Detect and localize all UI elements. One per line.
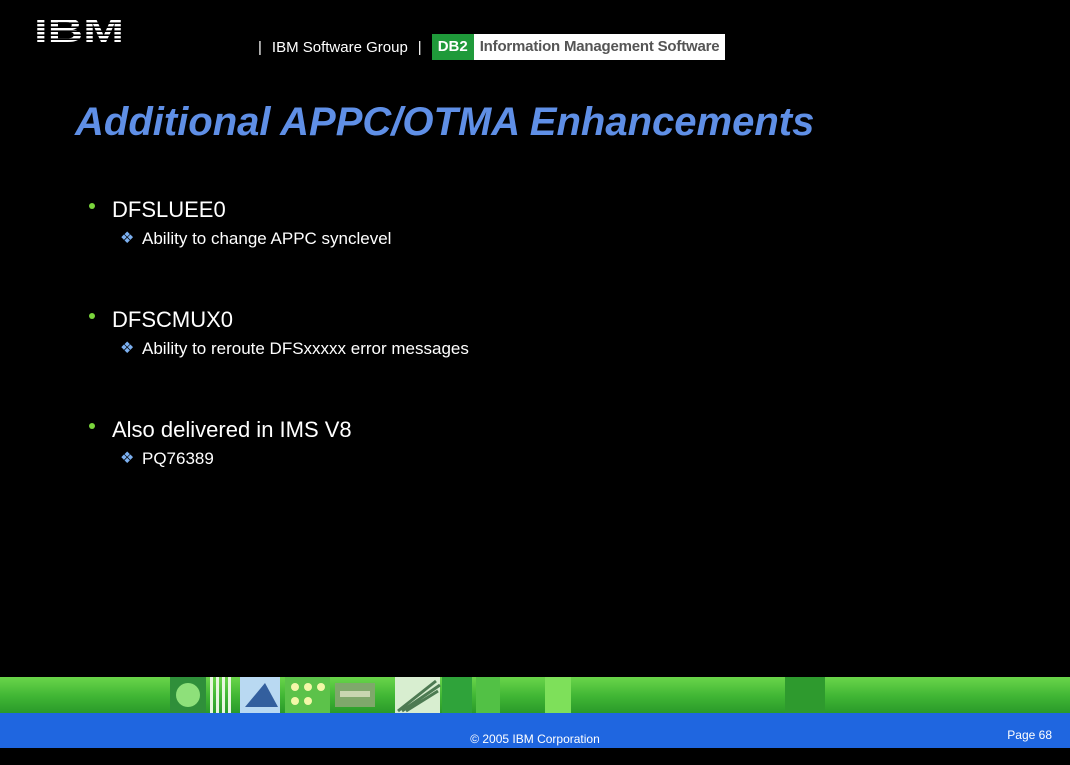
header-separator: | <box>417 38 422 56</box>
sub-bullet-item: ❖ Ability to reroute DFSxxxxx error mess… <box>120 335 469 363</box>
bullet-item: DFSLUEE0 ❖ Ability to change APPC syncle… <box>89 195 469 253</box>
diamond-bullet-icon: ❖ <box>120 340 135 357</box>
dot-icon <box>89 313 95 319</box>
software-group-label: IBM Software Group <box>271 38 408 56</box>
footer-decorative-strip <box>0 677 1070 713</box>
bullet-label: Also delivered in IMS V8 <box>112 417 352 442</box>
db2-badge: DB2 <box>431 34 474 60</box>
page-number: Page 68 <box>1007 728 1052 742</box>
slide: IBM | IBM Software Group | DB2 Informati… <box>0 0 1070 748</box>
bullet-item: Also delivered in IMS V8 ❖ PQ76389 <box>89 415 469 473</box>
sub-bullet-label: Ability to reroute DFSxxxxx error messag… <box>142 339 469 358</box>
copyright-text: © 2005 IBM Corporation <box>470 732 600 746</box>
sub-bullet-label: PQ76389 <box>142 449 214 468</box>
sub-bullet-item: ❖ Ability to change APPC synclevel <box>120 225 469 253</box>
slide-title: Additional APPC/OTMA Enhancements <box>75 100 815 144</box>
header-bar: | IBM Software Group | DB2 Information M… <box>254 34 726 60</box>
bullet-label: DFSLUEE0 <box>112 197 226 222</box>
sub-bullet-item: ❖ PQ76389 <box>120 445 469 473</box>
header-separator: | <box>258 38 262 56</box>
footer-mosaic-image <box>170 677 500 713</box>
dot-icon <box>89 423 95 429</box>
diamond-bullet-icon: ❖ <box>120 230 135 247</box>
ibm-logo: IBM <box>32 12 126 46</box>
bullet-label: DFSCMUX0 <box>112 307 234 332</box>
dot-icon <box>89 203 95 209</box>
product-label: Information Management Software <box>473 34 726 60</box>
bullet-list: DFSLUEE0 ❖ Ability to change APPC syncle… <box>89 195 469 473</box>
bullet-item: DFSCMUX0 ❖ Ability to reroute DFSxxxxx e… <box>89 305 469 363</box>
footer-bar: © 2005 IBM Corporation Page 68 <box>0 713 1070 748</box>
diamond-bullet-icon: ❖ <box>120 450 135 467</box>
sub-bullet-label: Ability to change APPC synclevel <box>142 229 392 248</box>
